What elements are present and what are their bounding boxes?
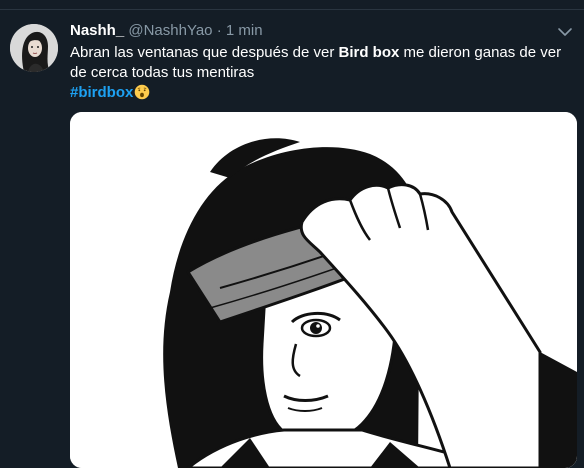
separator: · <box>216 22 222 39</box>
tweet-text-bold: Bird box <box>338 44 400 61</box>
face-with-open-mouth-emoji <box>134 84 150 106</box>
hashtag-link[interactable]: #birdbox <box>70 84 133 101</box>
author-handle[interactable]: @NashhYao <box>128 22 212 39</box>
blindfold-meme-illustration <box>70 112 577 468</box>
tweet-media-image[interactable] <box>70 112 577 468</box>
tweet-header: Nashh_ @NashhYao · 1 min <box>70 21 263 41</box>
avatar[interactable] <box>10 24 58 72</box>
author-name[interactable]: Nashh_ <box>70 22 124 39</box>
tweet[interactable]: Nashh_ @NashhYao · 1 min Abran las venta… <box>0 10 584 468</box>
chevron-down-icon[interactable] <box>556 23 574 41</box>
tweet-text-part-1: Abran las ventanas que después de ver <box>70 44 339 61</box>
tweet-text: Abran las ventanas que después de ver Bi… <box>70 43 570 106</box>
timestamp[interactable]: 1 min <box>226 22 263 39</box>
